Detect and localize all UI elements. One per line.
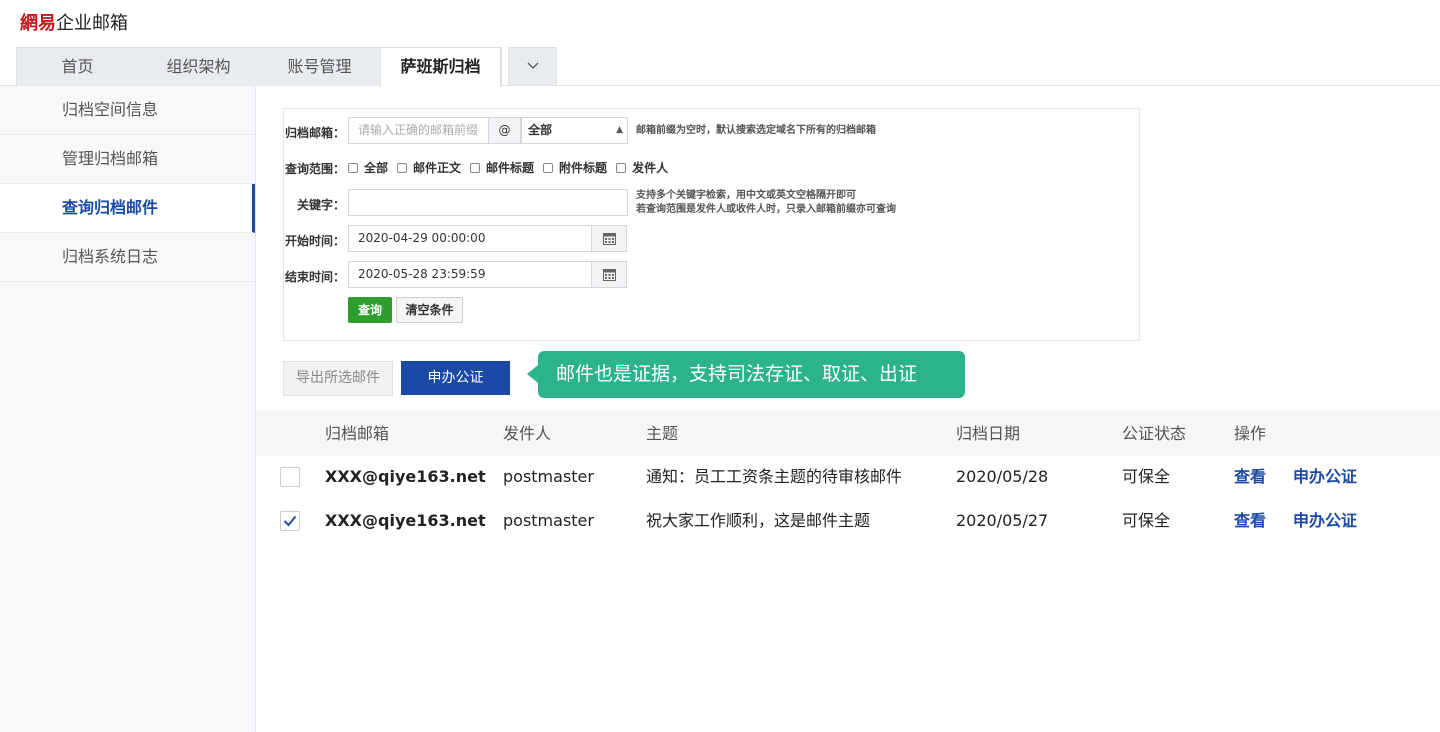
keyword-input[interactable] bbox=[348, 189, 628, 216]
mailbox-prefix-input[interactable]: 请输入正确的邮箱前缀 bbox=[348, 117, 489, 144]
row-apply-notary-link[interactable]: 申办公证 bbox=[1293, 455, 1357, 499]
checkbox[interactable] bbox=[470, 162, 481, 173]
scope-option-subject[interactable]: 邮件标题 bbox=[470, 159, 534, 176]
end-time-input[interactable]: 2020-05-28 23:59:59 bbox=[348, 261, 592, 288]
end-calendar-button[interactable] bbox=[591, 261, 627, 288]
row-date: 2020/05/27 bbox=[956, 511, 1049, 530]
row-subject[interactable]: 通知：员工工资条主题的待审核邮件 bbox=[646, 455, 902, 499]
column-header-notary-status: 公证状态 bbox=[1122, 424, 1187, 443]
scope-option-attachment[interactable]: 附件标题 bbox=[543, 159, 607, 176]
row-view-link[interactable]: 查看 bbox=[1234, 499, 1266, 543]
check-icon bbox=[283, 515, 297, 527]
calendar-icon bbox=[602, 269, 616, 281]
scope-options: 全部 邮件正文 邮件标题 附件标题 发件人 bbox=[348, 159, 677, 176]
calendar-icon bbox=[602, 233, 616, 245]
tab-sox-archive[interactable]: 萨班斯归档 bbox=[380, 48, 501, 87]
checkbox[interactable] bbox=[616, 162, 627, 173]
sidebar-item-archive-system-log[interactable]: 归档系统日志 bbox=[0, 233, 255, 282]
query-button[interactable]: 查询 bbox=[348, 297, 392, 323]
row-checkbox[interactable] bbox=[280, 511, 300, 531]
row-subject[interactable]: 祝大家工作顺利，这是邮件主题 bbox=[646, 499, 870, 543]
checkbox[interactable] bbox=[348, 162, 358, 173]
table-row: XXX@qiye163.net postmaster 通知：员工工资条主题的待审… bbox=[256, 455, 1440, 499]
domain-select-value: 全部 bbox=[528, 123, 553, 137]
column-header-actions: 操作 bbox=[1234, 424, 1267, 443]
checkbox[interactable] bbox=[543, 162, 554, 173]
row-date: 2020/05/28 bbox=[956, 467, 1049, 486]
chevron-down-icon bbox=[527, 62, 538, 69]
brand-name: 網易 bbox=[20, 13, 56, 34]
tab-account-management[interactable]: 账号管理 bbox=[259, 48, 380, 86]
row-status: 可保全 bbox=[1122, 511, 1171, 530]
start-time-input[interactable]: 2020-04-29 00:00:00 bbox=[348, 225, 592, 252]
clear-conditions-button[interactable]: 清空条件 bbox=[396, 297, 463, 323]
table-header: 归档邮箱 发件人 主题 归档日期 公证状态 操作 bbox=[256, 411, 1440, 456]
keyword-label: 关键字： bbox=[296, 198, 345, 212]
row-sender: postmaster bbox=[503, 511, 594, 530]
start-calendar-button[interactable] bbox=[591, 225, 627, 252]
row-checkbox[interactable] bbox=[280, 467, 300, 487]
scope-option-body[interactable]: 邮件正文 bbox=[397, 159, 461, 176]
row-mailbox: XXX@qiye163.net bbox=[325, 511, 486, 530]
sidebar-item-query-archive-mail[interactable]: 查询归档邮件 bbox=[0, 184, 255, 233]
apply-notary-button[interactable]: 申办公证 bbox=[401, 361, 510, 395]
start-time-label: 开始时间： bbox=[284, 234, 345, 248]
tab-home[interactable]: 首页 bbox=[17, 48, 138, 86]
select-arrows-icon: ▲ bbox=[616, 125, 623, 135]
checkbox[interactable] bbox=[397, 162, 408, 173]
column-header-date: 归档日期 bbox=[956, 424, 1021, 443]
feature-callout: 邮件也是证据，支持司法存证、取证、出证 bbox=[527, 351, 965, 398]
end-time-label: 结束时间： bbox=[284, 270, 345, 284]
mailbox-label: 归档邮箱： bbox=[284, 126, 345, 140]
main-tabs: 首页 组织架构 账号管理 萨班斯归档 bbox=[16, 47, 502, 87]
scope-label: 查询范围： bbox=[284, 162, 345, 176]
tab-organization[interactable]: 组织架构 bbox=[138, 48, 259, 86]
keyword-hint-2: 若查询范围是发件人或收件人时，只录入邮箱前缀亦可查询 bbox=[636, 204, 896, 215]
row-status: 可保全 bbox=[1122, 467, 1171, 486]
scope-option-sender[interactable]: 发件人 bbox=[616, 159, 668, 176]
sidebar: 归档空间信息 管理归档邮箱 查询归档邮件 归档系统日志 bbox=[0, 86, 256, 732]
column-header-mailbox: 归档邮箱 bbox=[325, 424, 390, 443]
table-row: XXX@qiye163.net postmaster 祝大家工作顺利，这是邮件主… bbox=[256, 499, 1440, 543]
sidebar-item-manage-archive-mailbox[interactable]: 管理归档邮箱 bbox=[0, 135, 255, 184]
product-name: 企业邮箱 bbox=[56, 13, 128, 34]
tab-more-button[interactable] bbox=[508, 47, 557, 85]
scope-option-all[interactable]: 全部 bbox=[348, 159, 388, 176]
export-selected-button[interactable]: 导出所选邮件 bbox=[283, 361, 393, 396]
top-bar: 網易企业邮箱 首页 组织架构 账号管理 萨班斯归档 bbox=[0, 0, 1440, 87]
row-view-link[interactable]: 查看 bbox=[1234, 455, 1266, 499]
domain-select[interactable]: 全部 ▲ bbox=[521, 117, 628, 144]
keyword-hint-1: 支持多个关键字检索，用中文或英文空格隔开即可 bbox=[636, 190, 856, 201]
column-header-sender: 发件人 bbox=[503, 424, 552, 443]
at-sign: @ bbox=[488, 117, 521, 144]
column-header-subject: 主题 bbox=[646, 424, 679, 443]
row-apply-notary-link[interactable]: 申办公证 bbox=[1293, 499, 1357, 543]
mailbox-hint: 邮箱前缀为空时，默认搜索选定域名下所有的归档邮箱 bbox=[636, 125, 876, 136]
row-mailbox: XXX@qiye163.net bbox=[325, 467, 486, 486]
row-sender: postmaster bbox=[503, 467, 594, 486]
logo[interactable]: 網易企业邮箱 bbox=[20, 12, 128, 36]
sidebar-item-archive-space-info[interactable]: 归档空间信息 bbox=[0, 86, 255, 135]
